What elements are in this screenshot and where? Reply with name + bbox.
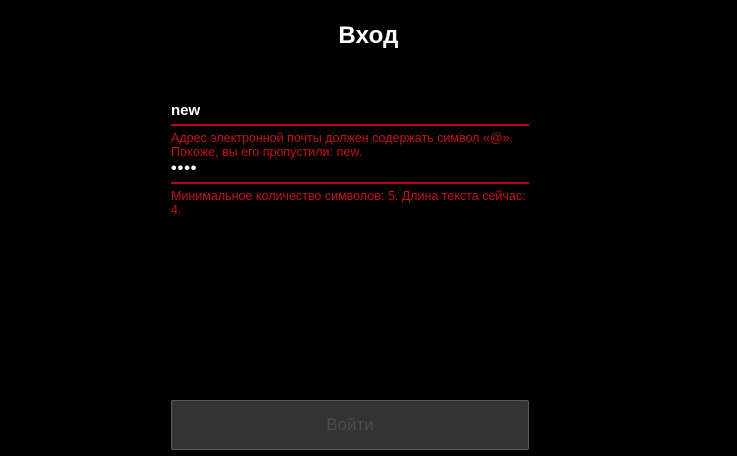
page-title: Вход xyxy=(338,22,399,49)
login-page: Вход Адрес электронной почты должен соде… xyxy=(0,0,737,456)
password-error-message: Минимальное количество символов: 5. Длин… xyxy=(171,189,526,217)
email-error-message: Адрес электронной почты должен содержать… xyxy=(171,131,514,159)
email-field-underline xyxy=(171,124,529,126)
email-field-group: Адрес электронной почты должен содержать… xyxy=(171,100,529,159)
password-field-group: Минимальное количество символов: 5. Длин… xyxy=(171,158,529,217)
login-button[interactable]: Войти xyxy=(171,400,529,450)
password-field[interactable] xyxy=(171,158,529,180)
password-field-underline xyxy=(171,182,529,184)
email-field[interactable] xyxy=(171,100,529,122)
